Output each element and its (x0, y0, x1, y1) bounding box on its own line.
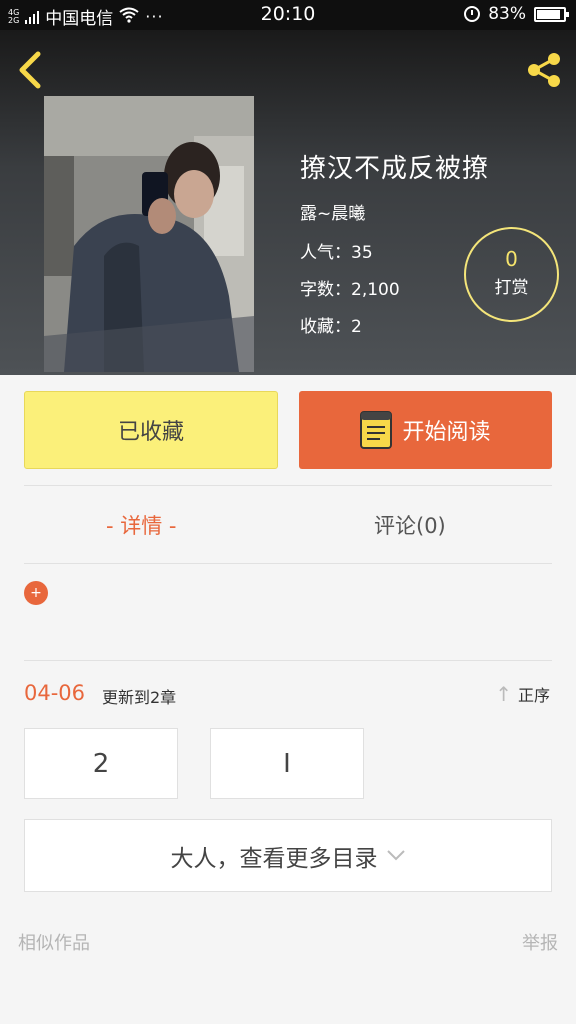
battery-percent: 83% (488, 4, 526, 24)
chapter-item[interactable]: 2 (24, 728, 178, 799)
battery-icon (534, 6, 569, 22)
reward-button[interactable]: 0 打赏 (464, 227, 559, 322)
share-icon[interactable] (524, 50, 564, 90)
sort-order-toggle[interactable]: ↑ 正序 (495, 682, 550, 706)
reward-count: 0 (505, 247, 518, 271)
book-title: 撩汉不成反被撩 (300, 154, 490, 184)
chevron-down-icon (386, 845, 406, 866)
book-header: 撩汉不成反被撩 露~晨曦 人气：35 字数：2,100 收藏：2 0 打赏 (0, 30, 576, 375)
update-date: 04-06 (24, 681, 86, 705)
back-chevron-icon[interactable] (14, 50, 48, 90)
divider (24, 660, 552, 661)
tab-details[interactable]: - 详情 - (106, 510, 177, 540)
similar-works-heading: 相似作品 (18, 933, 90, 954)
alarm-icon (464, 6, 481, 22)
sort-label: 正序 (517, 686, 550, 705)
book-favorites: 收藏：2 (300, 317, 362, 337)
expand-plus-icon[interactable]: + (24, 581, 48, 605)
status-bar: 4G 2G 中国电信 ··· 20:10 83% (0, 0, 576, 30)
reward-label: 打赏 (494, 278, 529, 298)
chapter-item[interactable]: I (210, 728, 364, 799)
book-cover-image[interactable] (44, 96, 254, 372)
update-text: 更新到2章 (102, 688, 177, 707)
arrow-up-icon: ↑ (495, 682, 512, 706)
start-reading-label: 开始阅读 (402, 420, 491, 445)
book-popularity: 人气：35 (300, 243, 373, 263)
tab-comments[interactable]: 评论(0) (374, 510, 446, 540)
book-info: 撩汉不成反被撩 露~晨曦 人气：35 字数：2,100 收藏：2 (300, 148, 489, 349)
favorite-button[interactable]: 已收藏 (24, 391, 278, 469)
start-reading-button[interactable]: 开始阅读 (299, 391, 552, 469)
divider (24, 563, 552, 564)
view-more-chapters-button[interactable]: 大人，查看更多目录 (24, 819, 552, 892)
book-word-count: 字数：2,100 (300, 280, 400, 300)
divider (24, 485, 552, 486)
view-more-label: 大人，查看更多目录 (170, 845, 378, 872)
book-author[interactable]: 露~晨曦 (300, 199, 489, 224)
book-icon (360, 411, 393, 449)
favorite-button-label: 已收藏 (117, 420, 184, 445)
report-link[interactable]: 举报 (522, 929, 558, 955)
